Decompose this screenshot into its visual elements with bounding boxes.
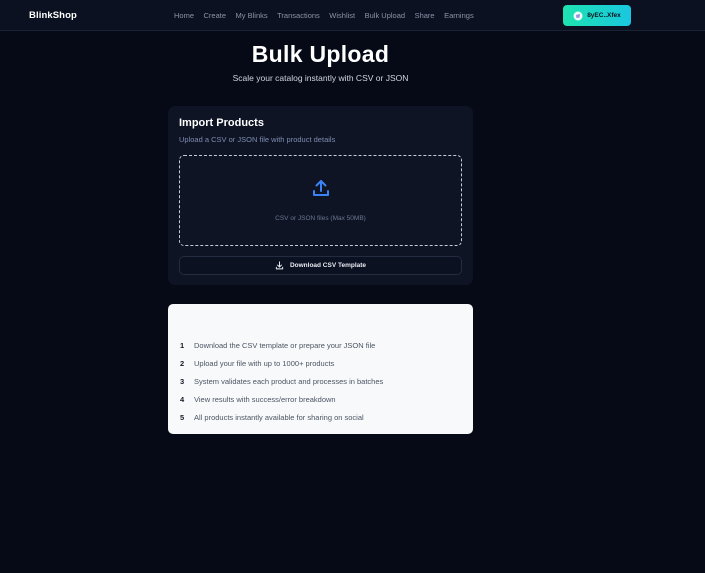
step-text: Upload your file with up to 1000+ produc… <box>194 358 335 368</box>
step-text: System validates each product and proces… <box>194 376 384 386</box>
step-number: 4 <box>180 394 185 404</box>
step-text: Download the CSV template or prepare you… <box>194 340 376 350</box>
nav-link-share[interactable]: Share <box>415 11 435 20</box>
import-card-subtitle: Upload a CSV or JSON file with product d… <box>179 135 336 144</box>
top-navbar: BlinkShop Home Create My Blinks Transact… <box>0 0 705 31</box>
nav-link-home[interactable]: Home <box>174 11 194 20</box>
step-text: View results with success/error breakdow… <box>194 394 336 404</box>
step-number: 1 <box>180 340 185 350</box>
wallet-icon <box>573 11 583 20</box>
dropzone-hint: CSV or JSON files (Max 50MB) <box>275 215 366 222</box>
nav-link-bulk-upload[interactable]: Bulk Upload <box>365 11 405 20</box>
page-title: Bulk Upload <box>251 41 390 67</box>
nav-links: Home Create My Blinks Transactions Wishl… <box>174 11 483 20</box>
step-item: 4 View results with success/error breakd… <box>180 394 336 404</box>
wallet-button[interactable]: 8yEC..Xfex <box>563 5 631 26</box>
step-text: All products instantly available for sha… <box>194 412 364 422</box>
file-dropzone[interactable]: CSV or JSON files (Max 50MB) <box>179 155 462 246</box>
download-template-button[interactable]: Download CSV Template <box>179 256 462 275</box>
step-item: 3 System validates each product and proc… <box>180 376 383 386</box>
nav-link-create[interactable]: Create <box>204 11 227 20</box>
step-number: 3 <box>180 376 185 386</box>
nav-link-wishlist[interactable]: Wishlist <box>329 11 355 20</box>
nav-link-my-blinks[interactable]: My Blinks <box>236 11 268 20</box>
nav-link-earnings[interactable]: Earnings <box>444 11 474 20</box>
import-products-card: Import Products Upload a CSV or JSON fil… <box>168 106 473 285</box>
page-subtitle: Scale your catalog instantly with CSV or… <box>232 73 409 83</box>
step-item: 5 All products instantly available for s… <box>180 412 364 422</box>
step-number: 2 <box>180 358 185 368</box>
nav-link-transactions[interactable]: Transactions <box>277 11 320 20</box>
step-item: 2 Upload your file with up to 1000+ prod… <box>180 358 334 368</box>
brand-logo[interactable]: BlinkShop <box>29 10 77 21</box>
how-it-works-card: 1 Download the CSV template or prepare y… <box>168 304 473 434</box>
upload-icon <box>313 180 329 196</box>
download-template-label: Download CSV Template <box>289 262 367 269</box>
step-number: 5 <box>180 412 185 422</box>
wallet-address: 8yEC..Xfex <box>587 12 621 19</box>
step-item: 1 Download the CSV template or prepare y… <box>180 340 375 350</box>
download-icon <box>275 261 284 270</box>
import-card-title: Import Products <box>179 117 264 129</box>
